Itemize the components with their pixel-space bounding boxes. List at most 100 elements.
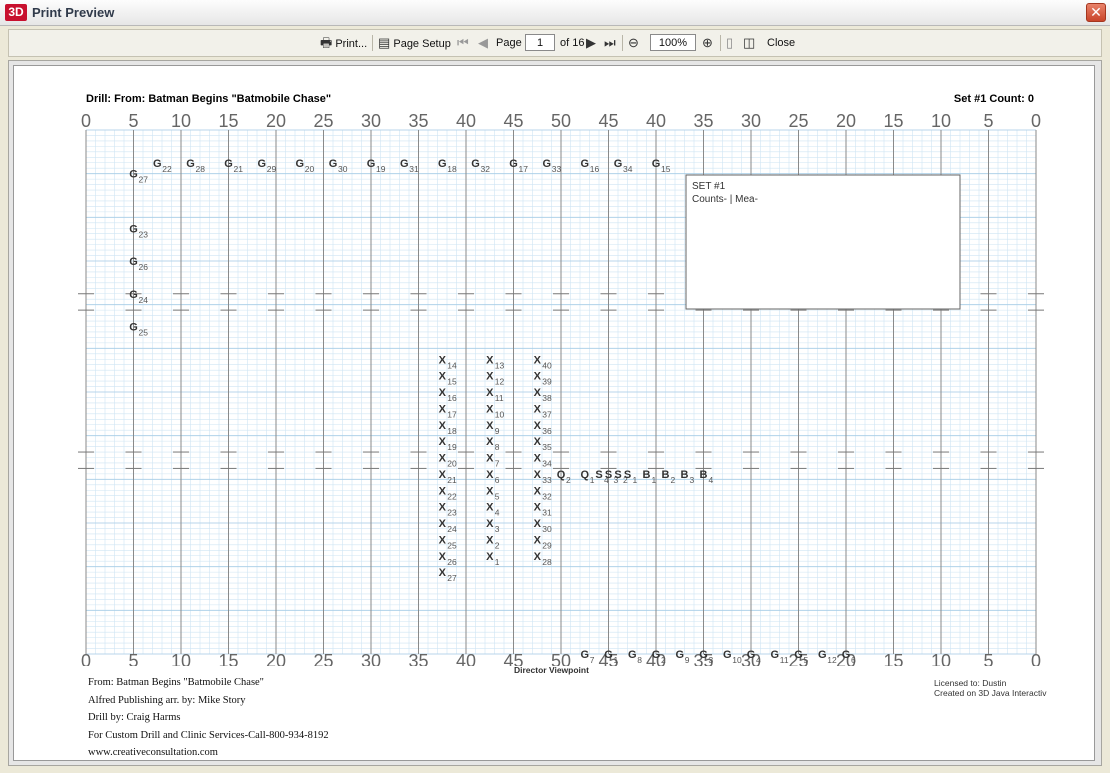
marcher-symbol[interactable]: S: [595, 469, 602, 481]
marcher-symbol[interactable]: G: [699, 649, 708, 661]
marcher-symbol[interactable]: G: [153, 158, 162, 170]
marcher-symbol[interactable]: G: [614, 158, 623, 170]
marcher-symbol[interactable]: S: [614, 469, 621, 481]
marcher-symbol[interactable]: G: [747, 649, 756, 661]
marcher-symbol[interactable]: G: [675, 649, 684, 661]
marcher-symbol[interactable]: X: [534, 354, 542, 366]
marcher-symbol[interactable]: X: [534, 387, 542, 399]
marcher-symbol[interactable]: G: [400, 158, 409, 170]
marcher-symbol[interactable]: G: [129, 223, 138, 235]
marcher-symbol[interactable]: Q: [580, 469, 589, 481]
marcher-symbol[interactable]: B: [662, 469, 670, 481]
marcher-symbol[interactable]: X: [439, 518, 447, 530]
marcher-symbol[interactable]: G: [367, 158, 376, 170]
marcher-symbol[interactable]: X: [486, 518, 494, 530]
marcher-symbol[interactable]: G: [652, 649, 661, 661]
marcher-symbol[interactable]: G: [329, 158, 338, 170]
marcher-symbol[interactable]: G: [129, 256, 138, 268]
marcher-symbol[interactable]: X: [534, 403, 542, 415]
marcher-symbol[interactable]: X: [439, 403, 447, 415]
marcher-symbol[interactable]: X: [534, 371, 542, 383]
marcher-symbol[interactable]: X: [439, 387, 447, 399]
marcher-symbol[interactable]: G: [723, 649, 732, 661]
marcher-symbol[interactable]: X: [486, 420, 494, 432]
marcher-symbol[interactable]: G: [652, 158, 661, 170]
marcher-symbol[interactable]: X: [486, 469, 494, 481]
marcher-symbol[interactable]: X: [439, 436, 447, 448]
marcher-symbol[interactable]: X: [439, 551, 447, 563]
marcher-symbol[interactable]: G: [580, 158, 589, 170]
marcher-symbol[interactable]: X: [486, 403, 494, 415]
marcher-symbol[interactable]: X: [534, 518, 542, 530]
last-page-icon[interactable]: ⏭: [604, 30, 616, 56]
marcher-symbol[interactable]: G: [842, 649, 851, 661]
marcher-symbol[interactable]: G: [186, 158, 195, 170]
marcher-symbol[interactable]: X: [486, 436, 494, 448]
marcher-symbol[interactable]: X: [534, 420, 542, 432]
marcher-symbol[interactable]: X: [486, 354, 494, 366]
marcher-number: 2: [566, 475, 571, 485]
marcher-symbol[interactable]: G: [224, 158, 233, 170]
marcher-symbol[interactable]: G: [770, 649, 779, 661]
marcher-symbol[interactable]: G: [471, 158, 480, 170]
marcher-symbol[interactable]: X: [439, 469, 447, 481]
yard-number: 10: [931, 651, 951, 666]
marcher-symbol[interactable]: S: [605, 469, 612, 481]
page-number-input[interactable]: 1: [525, 34, 555, 51]
prev-page-icon[interactable]: ◀: [478, 30, 488, 56]
marcher-symbol[interactable]: X: [439, 502, 447, 514]
marcher-symbol[interactable]: X: [486, 551, 494, 563]
zoom-out-icon[interactable]: ⊖: [628, 30, 639, 56]
marcher-symbol[interactable]: X: [439, 453, 447, 465]
marcher-symbol[interactable]: G: [129, 169, 138, 181]
marcher-symbol[interactable]: X: [534, 534, 542, 546]
marcher-symbol[interactable]: G: [580, 649, 589, 661]
two-page-icon[interactable]: ◫: [743, 30, 755, 56]
print-button[interactable]: 🖶 Print...: [320, 30, 367, 56]
marcher-symbol[interactable]: G: [794, 649, 803, 661]
first-page-icon[interactable]: ⏮: [457, 30, 469, 56]
marcher-symbol[interactable]: X: [439, 371, 447, 383]
marcher-symbol[interactable]: X: [439, 354, 447, 366]
marcher-symbol[interactable]: X: [486, 485, 494, 497]
marcher-symbol[interactable]: X: [486, 387, 494, 399]
marcher-symbol[interactable]: X: [534, 453, 542, 465]
close-button[interactable]: Close: [767, 30, 795, 56]
marcher-symbol[interactable]: X: [486, 534, 494, 546]
marcher-symbol[interactable]: G: [129, 289, 138, 301]
page-setup-button[interactable]: ▤ Page Setup: [378, 30, 451, 56]
marcher-symbol[interactable]: B: [643, 469, 651, 481]
marcher-symbol[interactable]: X: [486, 502, 494, 514]
marcher-symbol[interactable]: G: [295, 158, 304, 170]
marcher-symbol[interactable]: B: [700, 469, 708, 481]
marcher-symbol[interactable]: G: [257, 158, 266, 170]
zoom-in-icon[interactable]: ⊕: [702, 30, 713, 56]
marcher-symbol[interactable]: X: [534, 502, 542, 514]
marcher-symbol[interactable]: G: [438, 158, 447, 170]
marcher-symbol[interactable]: X: [439, 534, 447, 546]
marcher-symbol[interactable]: G: [628, 649, 637, 661]
zoom-input[interactable]: 100%: [650, 34, 696, 51]
marcher-symbol[interactable]: X: [534, 551, 542, 563]
marcher-symbol[interactable]: G: [129, 322, 138, 334]
preview-area[interactable]: Drill: From: Batman Begins "Batmobile Ch…: [8, 60, 1102, 766]
marcher-symbol[interactable]: G: [818, 649, 827, 661]
marcher-symbol[interactable]: G: [509, 158, 518, 170]
single-page-icon[interactable]: ▯: [726, 30, 733, 56]
marcher-symbol[interactable]: S: [624, 469, 631, 481]
marcher-symbol[interactable]: X: [439, 420, 447, 432]
marcher-symbol[interactable]: G: [542, 158, 551, 170]
marcher-symbol[interactable]: X: [486, 453, 494, 465]
marcher-symbol[interactable]: X: [486, 371, 494, 383]
marcher-symbol[interactable]: G: [604, 649, 613, 661]
marcher-symbol[interactable]: B: [681, 469, 689, 481]
marcher-symbol[interactable]: X: [534, 485, 542, 497]
marcher-symbol[interactable]: X: [534, 436, 542, 448]
marcher-symbol[interactable]: X: [534, 469, 542, 481]
close-x-icon[interactable]: ✕: [1086, 3, 1106, 22]
marcher-number: 1: [652, 475, 657, 485]
marcher-symbol[interactable]: X: [439, 485, 447, 497]
marcher-symbol[interactable]: Q: [557, 469, 566, 481]
marcher-symbol[interactable]: X: [439, 567, 447, 579]
next-page-icon[interactable]: ▶: [586, 30, 596, 56]
